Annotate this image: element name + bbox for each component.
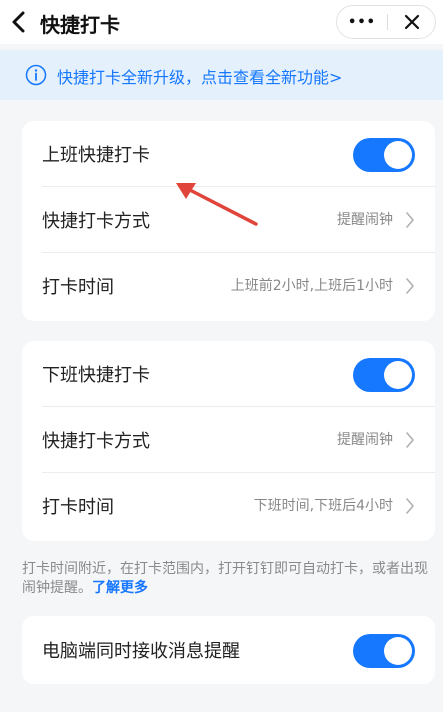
checkout-toggle-row: 下班快捷打卡 [22, 341, 435, 407]
mini-program-capsule: ••• [336, 5, 436, 39]
more-dots-icon: ••• [348, 14, 376, 30]
checkin-method-label: 快捷打卡方式 [42, 211, 150, 232]
note-text: 打卡时间附近，在打卡范围内，打开钉钉即可自动打卡，或者出现闹钟提醒。 [22, 561, 428, 596]
banner-text: 快捷打卡全新升级，点击查看全新功能> [57, 68, 343, 87]
annotation-arrow-icon [176, 183, 258, 226]
toggle-knob [384, 141, 412, 169]
checkin-time-row[interactable]: 打卡时间 上班前2小时,上班后1小时 [22, 253, 435, 319]
close-icon [404, 14, 420, 30]
auto-checkin-note: 打卡时间附近，在打卡范围内，打开钉钉即可自动打卡，或者出现闹钟提醒。了解更多 [22, 560, 437, 598]
checkout-method-value: 提醒闹钟 [337, 432, 393, 448]
toggle-knob [384, 361, 412, 389]
toggle-knob [384, 637, 412, 665]
chevron-right-icon [406, 498, 414, 514]
checkout-time-row[interactable]: 打卡时间 下班时间,下班后4小时 [22, 473, 435, 539]
back-button[interactable] [6, 8, 34, 36]
checkout-settings-card: 下班快捷打卡 快捷打卡方式 提醒闹钟 打卡时间 下班时间,下班后4小时 [22, 341, 435, 541]
desktop-toggle-row: 电脑端同时接收消息提醒 [22, 617, 435, 683]
checkout-toggle-label: 下班快捷打卡 [42, 365, 150, 386]
checkout-time-label: 打卡时间 [42, 497, 114, 518]
checkout-time-value: 下班时间,下班后4小时 [253, 498, 393, 514]
desktop-toggle-label: 电脑端同时接收消息提醒 [42, 641, 240, 662]
checkin-toggle[interactable] [353, 138, 415, 172]
page-title: 快捷打卡 [40, 13, 120, 37]
checkin-time-value: 上班前2小时,上班后1小时 [230, 278, 393, 294]
checkout-method-row[interactable]: 快捷打卡方式 提醒闹钟 [22, 407, 435, 473]
info-icon [25, 64, 47, 86]
checkout-toggle[interactable] [353, 358, 415, 392]
close-button[interactable] [388, 6, 436, 38]
chevron-right-icon [406, 432, 414, 448]
upgrade-banner[interactable]: 快捷打卡全新升级，点击查看全新功能> [0, 50, 443, 100]
chevron-right-icon [406, 278, 414, 294]
navigation-bar: 快捷打卡 ••• [0, 0, 443, 44]
checkin-toggle-label: 上班快捷打卡 [42, 145, 150, 166]
learn-more-link[interactable]: 了解更多 [92, 580, 148, 596]
chevron-right-icon [406, 212, 414, 228]
desktop-notification-toggle[interactable] [353, 634, 415, 668]
checkin-time-label: 打卡时间 [42, 277, 114, 298]
checkin-method-value: 提醒闹钟 [337, 212, 393, 228]
more-button[interactable]: ••• [337, 6, 387, 38]
checkout-method-label: 快捷打卡方式 [42, 431, 150, 452]
chevron-left-icon [12, 11, 25, 33]
desktop-notification-card: 电脑端同时接收消息提醒 [22, 616, 435, 684]
